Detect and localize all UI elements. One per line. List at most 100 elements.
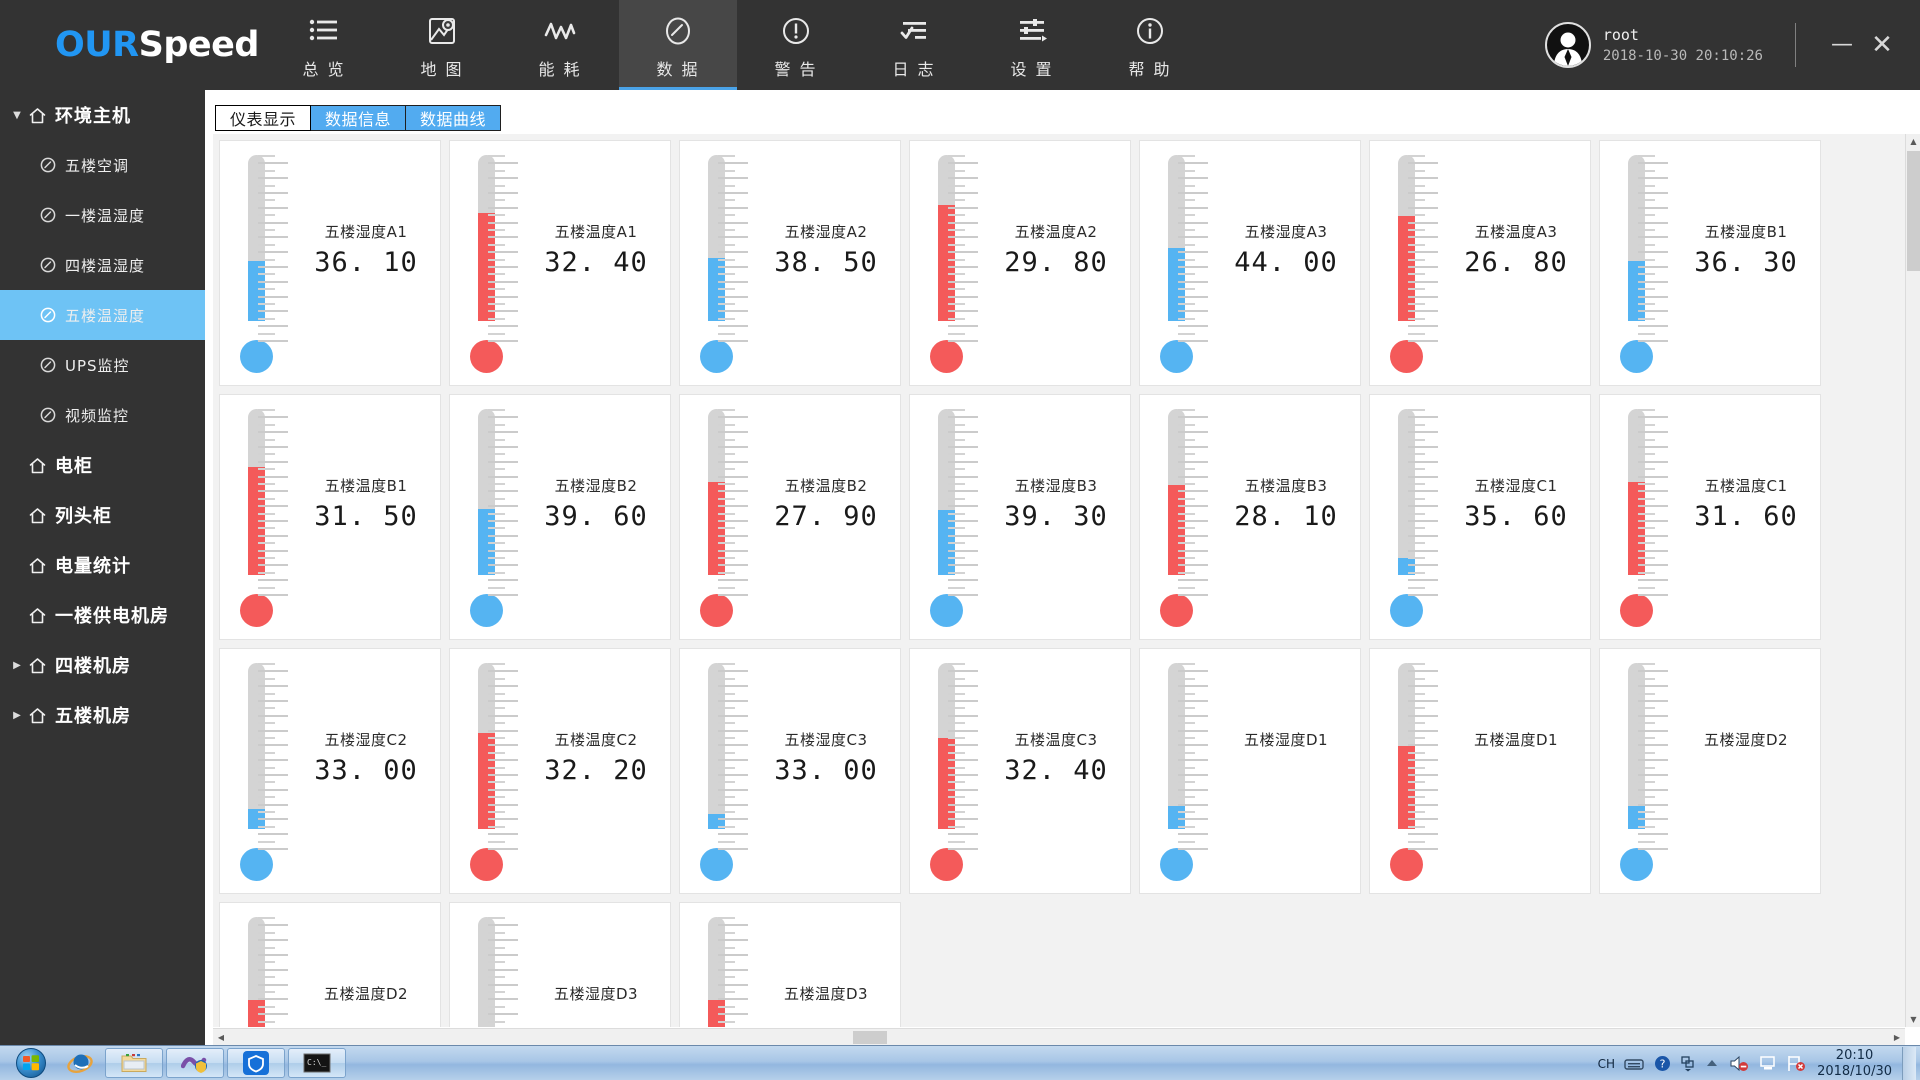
horizontal-scrollbar[interactable]: ◀ ▶ bbox=[213, 1028, 1905, 1045]
thermometer-scale bbox=[718, 663, 748, 853]
tab-label: 数据信息 bbox=[325, 110, 392, 129]
sidebar-item-9[interactable]: 列头柜 bbox=[0, 490, 205, 540]
gauge-card[interactable]: 五楼温度B2 27. 90 bbox=[679, 394, 901, 640]
nav-items: 总 览地 图能 耗数 据警 告日 志设 置帮 助 bbox=[265, 0, 1209, 90]
taskbar-media-button[interactable] bbox=[166, 1048, 224, 1078]
nav-item-6[interactable]: 日 志 bbox=[855, 0, 973, 90]
gauge-card[interactable]: 五楼湿度A1 36. 10 bbox=[219, 140, 441, 386]
gauge-card[interactable]: 五楼湿度B1 36. 30 bbox=[1599, 140, 1821, 386]
thermometer-scale bbox=[1178, 663, 1208, 853]
gauge-card[interactable]: 五楼温度B1 31. 50 bbox=[219, 394, 441, 640]
nav-item-8[interactable]: 帮 助 bbox=[1091, 0, 1209, 90]
keyboard-icon[interactable] bbox=[1624, 1057, 1644, 1071]
vertical-scrollbar[interactable]: ▲ ▼ bbox=[1905, 134, 1920, 1027]
nav-item-7[interactable]: 设 置 bbox=[973, 0, 1091, 90]
sidebar-item-13[interactable]: ▶ 五楼机房 bbox=[0, 690, 205, 740]
sidebar-item-2[interactable]: 五楼空调 bbox=[0, 140, 205, 190]
network-monitor-icon[interactable] bbox=[1759, 1055, 1777, 1072]
gauge-card[interactable]: 五楼湿度B2 39. 60 bbox=[449, 394, 671, 640]
gauge-card[interactable]: 五楼湿度B3 39. 30 bbox=[909, 394, 1131, 640]
gauge-card[interactable]: 五楼温度A2 29. 80 bbox=[909, 140, 1131, 386]
gauge-card[interactable]: 五楼湿度C3 33. 00 bbox=[679, 648, 901, 894]
volume-muted-icon[interactable] bbox=[1729, 1055, 1749, 1072]
taskbar-clock[interactable]: 20:10 2018/10/30 bbox=[1817, 1048, 1892, 1080]
thermometer-scale bbox=[258, 917, 288, 1027]
gauge-card[interactable]: 五楼湿度C2 33. 00 bbox=[219, 648, 441, 894]
sidebar-item-3[interactable]: 一楼温湿度 bbox=[0, 190, 205, 240]
sidebar-item-7[interactable]: 视频监控 bbox=[0, 390, 205, 440]
vertical-scroll-thumb[interactable] bbox=[1907, 151, 1920, 271]
start-button[interactable] bbox=[4, 1047, 58, 1080]
close-button[interactable]: ✕ bbox=[1862, 32, 1902, 58]
sidebar-item-label: 五楼温湿度 bbox=[65, 306, 146, 325]
scroll-up-arrow[interactable]: ▲ bbox=[1906, 134, 1920, 149]
gauge-label: 五楼温度D1 bbox=[1473, 731, 1559, 749]
gauge-card[interactable]: 五楼湿度A3 44. 00 bbox=[1139, 140, 1361, 386]
taskbar-explorer-button[interactable] bbox=[105, 1048, 163, 1078]
home-icon bbox=[28, 606, 47, 625]
show-hidden-icons-icon[interactable] bbox=[1705, 1058, 1719, 1070]
gauge-card[interactable]: 五楼湿度D2 bbox=[1599, 648, 1821, 894]
sidebar-item-10[interactable]: 电量统计 bbox=[0, 540, 205, 590]
gauge-card[interactable]: 五楼温度D2 bbox=[219, 902, 441, 1027]
tab-3[interactable]: 数据曲线 bbox=[405, 105, 502, 131]
scroll-right-arrow[interactable]: ▶ bbox=[1889, 1029, 1905, 1046]
sidebar-item-4[interactable]: 四楼温湿度 bbox=[0, 240, 205, 290]
sidebar-tree[interactable]: ▼ 环境主机五楼空调一楼温湿度 四楼温湿度五楼温湿度 UPS监控视频监控 电柜 列头柜 电量… bbox=[0, 90, 205, 1045]
gauge-card[interactable]: 五楼温度C1 31. 60 bbox=[1599, 394, 1821, 640]
ime-indicator[interactable]: CH bbox=[1598, 1057, 1615, 1071]
sidebar-item-label: UPS监控 bbox=[65, 356, 130, 375]
gauge-label: 五楼温度C1 bbox=[1704, 477, 1788, 495]
chevron-right-icon[interactable]: ▶ bbox=[8, 660, 26, 671]
help-icon[interactable]: ? bbox=[1654, 1055, 1671, 1072]
list-icon bbox=[309, 14, 339, 48]
gauge-card[interactable]: 五楼温度A3 26. 80 bbox=[1369, 140, 1591, 386]
taskbar-security-button[interactable] bbox=[227, 1048, 285, 1078]
sidebar-item-6[interactable]: UPS监控 bbox=[0, 340, 205, 390]
show-desktop-button[interactable] bbox=[1902, 1047, 1916, 1080]
gauge-label: 五楼湿度C3 bbox=[784, 731, 868, 749]
chevron-down-icon[interactable]: ▼ bbox=[8, 110, 26, 121]
action-center-flag-icon[interactable] bbox=[1787, 1055, 1806, 1072]
gauge-card[interactable]: 五楼温度A1 32. 40 bbox=[449, 140, 671, 386]
gauge-card[interactable]: 五楼温度D1 bbox=[1369, 648, 1591, 894]
sidebar-item-12[interactable]: ▶ 四楼机房 bbox=[0, 640, 205, 690]
nav-item-4[interactable]: 数 据 bbox=[619, 0, 737, 90]
nav-item-1[interactable]: 总 览 bbox=[265, 0, 383, 90]
gauge-value: 32. 40 bbox=[1004, 755, 1108, 786]
thermometer-scale bbox=[1638, 155, 1668, 345]
gauge-card[interactable]: 五楼湿度D3 bbox=[449, 902, 671, 1027]
gauge-card[interactable]: 五楼湿度C1 35. 60 bbox=[1369, 394, 1591, 640]
chevron-right-icon[interactable]: ▶ bbox=[8, 710, 26, 721]
tab-1[interactable]: 仪表显示 bbox=[215, 105, 312, 131]
scroll-left-arrow[interactable]: ◀ bbox=[213, 1029, 229, 1046]
thermometer-scale bbox=[718, 917, 748, 1027]
gauge-card[interactable]: 五楼湿度A2 38. 50 bbox=[679, 140, 901, 386]
sidebar-item-8[interactable]: 电柜 bbox=[0, 440, 205, 490]
thermometer-scale bbox=[718, 155, 748, 345]
taskbar-ie-button[interactable] bbox=[58, 1048, 102, 1078]
gauge-label: 五楼湿度C2 bbox=[324, 731, 408, 749]
gauge-label: 五楼湿度D2 bbox=[1703, 731, 1789, 749]
sidebar-item-label: 五楼空调 bbox=[65, 156, 130, 175]
sidebar-item-1[interactable]: ▼ 环境主机 bbox=[0, 90, 205, 140]
system-tray: CH ? 20:10 2018/10/30 bbox=[1594, 1046, 1920, 1080]
scroll-down-arrow[interactable]: ▼ bbox=[1906, 1012, 1920, 1027]
gauge-card[interactable]: 五楼温度C3 32. 40 bbox=[909, 648, 1131, 894]
gauge-icon bbox=[40, 357, 56, 373]
gauge-card[interactable]: 五楼温度B3 28. 10 bbox=[1139, 394, 1361, 640]
sidebar-item-11[interactable]: 一楼供电机房 bbox=[0, 590, 205, 640]
horizontal-scroll-thumb[interactable] bbox=[853, 1031, 887, 1044]
nav-item-3[interactable]: 能 耗 bbox=[501, 0, 619, 90]
gauge-card[interactable]: 五楼湿度D1 bbox=[1139, 648, 1361, 894]
sidebar-item-5[interactable]: 五楼温湿度 bbox=[0, 290, 205, 340]
nav-item-label: 帮 助 bbox=[1128, 60, 1172, 79]
network-icon[interactable] bbox=[1681, 1055, 1695, 1072]
taskbar-cmd-button[interactable]: C:\_ bbox=[288, 1048, 346, 1078]
nav-item-2[interactable]: 地 图 bbox=[383, 0, 501, 90]
nav-item-5[interactable]: 警 告 bbox=[737, 0, 855, 90]
gauge-card[interactable]: 五楼温度C2 32. 20 bbox=[449, 648, 671, 894]
tab-2[interactable]: 数据信息 bbox=[310, 105, 407, 131]
minimize-button[interactable]: — bbox=[1822, 34, 1862, 56]
gauge-card[interactable]: 五楼温度D3 bbox=[679, 902, 901, 1027]
